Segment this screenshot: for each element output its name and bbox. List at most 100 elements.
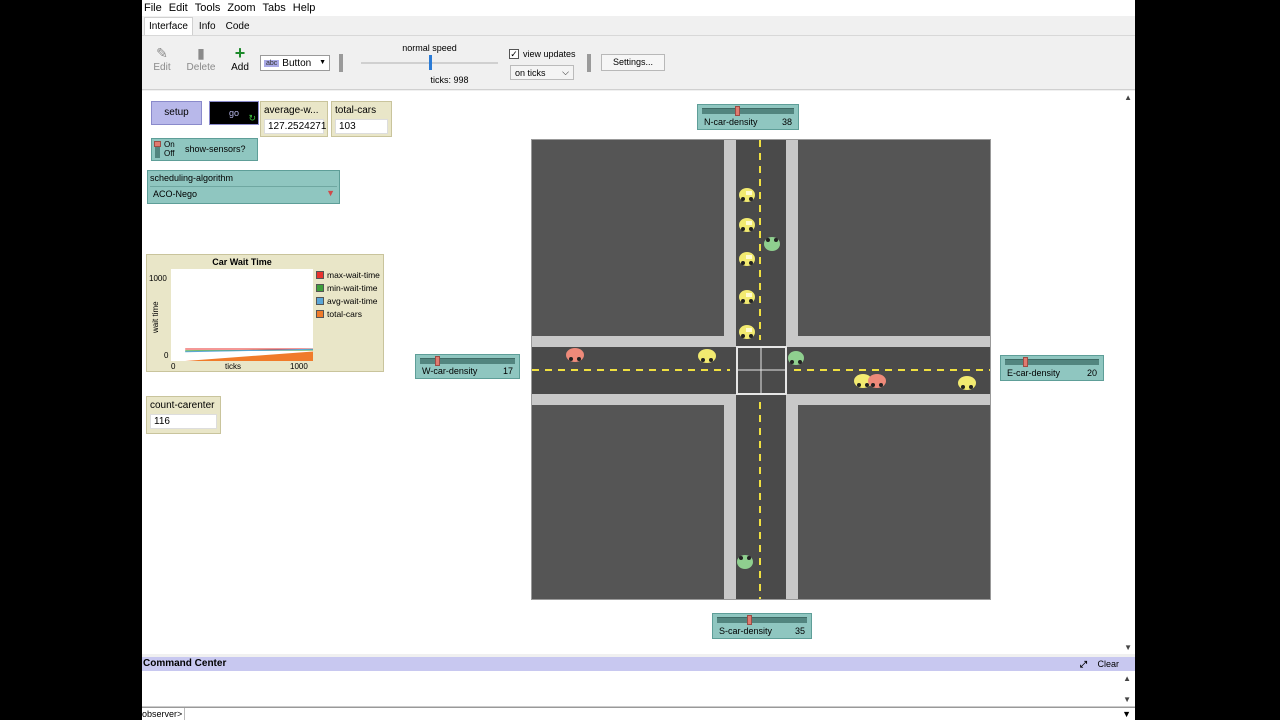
y-axis-label: wait time [151, 301, 160, 333]
car [739, 218, 755, 232]
switch-off-label: Off [164, 149, 175, 158]
car [739, 290, 755, 304]
ticks-counter: ticks: 998 [430, 75, 469, 85]
pencil-icon: ✎ [156, 45, 168, 61]
command-center-header: Command Center ⤢ Clear [142, 657, 1135, 671]
update-mode-select[interactable]: on ticks ⌵ [510, 65, 574, 80]
command-output: ▲ ▼ [142, 671, 1135, 707]
toolbar: ✎ Edit ▮ Delete + Add abc Button ▼ norma… [142, 36, 1135, 90]
view-updates-label: view updates [523, 49, 576, 59]
plot-title: Car Wait Time [212, 257, 272, 267]
monitor-label: count-carenter [150, 400, 215, 411]
switch-on-label: On [164, 140, 175, 149]
clear-button[interactable]: Clear [1097, 657, 1119, 671]
chevron-down-icon[interactable]: ▼ [1122, 708, 1131, 720]
car-wait-time-plot: Car Wait Time 1000 0 wait time 0 ticks 1… [146, 254, 384, 372]
legend-swatch [316, 297, 324, 305]
button-widget-icon: abc [264, 59, 280, 67]
menu-tabs[interactable]: Tabs [263, 2, 286, 14]
edit-label: Edit [153, 62, 171, 73]
monitor-value: 103 [335, 119, 388, 134]
total-cars-monitor: total-cars 103 [331, 101, 392, 137]
menu-edit[interactable]: Edit [169, 2, 188, 14]
car [739, 252, 755, 266]
slider-knob[interactable] [435, 356, 441, 366]
n-car-density-slider[interactable]: N-car-density 38 [697, 104, 799, 130]
interface-panel: setup go ↻ average-w... 127.2524271 tota… [142, 91, 1135, 654]
menu-help[interactable]: Help [293, 2, 316, 14]
switch-knob [154, 141, 161, 147]
menu-tools[interactable]: Tools [195, 2, 221, 14]
monitor-label: average-w... [264, 105, 319, 116]
legend-swatch [316, 284, 324, 292]
y-min-label: 0 [164, 351, 169, 360]
setup-button[interactable]: setup [151, 101, 202, 125]
edit-button[interactable]: ✎ Edit [142, 44, 182, 73]
car [566, 348, 584, 362]
slider-label: W-car-density [422, 366, 478, 376]
settings-button[interactable]: Settings... [601, 54, 665, 71]
car [739, 325, 755, 339]
go-label: go [228, 108, 239, 118]
x-axis-label: ticks [225, 362, 241, 371]
legend-avg-wait: avg-wait-time [316, 296, 378, 306]
view-updates-checkbox[interactable]: ✓ view updates [509, 49, 576, 59]
widget-type-select[interactable]: abc Button ▼ [260, 55, 330, 71]
slider-track [717, 617, 807, 623]
legend-label: total-cars [327, 309, 362, 319]
slider-value: 17 [502, 366, 513, 376]
expand-icon[interactable]: ⤢ [1080, 657, 1087, 671]
car [868, 374, 886, 388]
slider-track [420, 358, 515, 364]
legend-min-wait: min-wait-time [316, 283, 378, 293]
speed-label: normal speed [402, 43, 457, 53]
forever-icon: ↻ [248, 113, 256, 123]
slider-knob[interactable] [735, 106, 741, 116]
speed-slider-thumb[interactable] [428, 55, 432, 70]
add-label: Add [231, 62, 249, 73]
legend-swatch [316, 271, 324, 279]
slider-value: 35 [794, 626, 805, 636]
chooser-value: ACO-Nego [150, 186, 337, 201]
menu-file[interactable]: File [144, 2, 162, 14]
scroll-up-icon[interactable]: ▲ [1124, 93, 1132, 102]
scroll-up-icon[interactable]: ▲ [1123, 674, 1131, 683]
s-car-density-slider[interactable]: S-car-density 35 [712, 613, 812, 639]
slider-value: 20 [1086, 368, 1097, 378]
widget-type-value: Button [282, 57, 312, 69]
car [698, 349, 716, 363]
count-carenter-monitor: count-carenter 116 [146, 396, 221, 434]
world-view[interactable] [531, 139, 991, 600]
add-button[interactable]: + Add [220, 44, 260, 73]
scheduling-algorithm-chooser[interactable]: scheduling-algorithm ACO-Nego ▼ [147, 170, 340, 204]
checkbox-checked-icon: ✓ [509, 49, 519, 59]
w-car-density-slider[interactable]: W-car-density 17 [415, 354, 520, 379]
observer-prompt[interactable]: observer> [142, 708, 186, 720]
scroll-down-icon[interactable]: ▼ [1124, 643, 1132, 652]
tab-bar: Interface Info Code [142, 17, 1135, 36]
x-max-label: 1000 [290, 362, 308, 371]
e-car-density-slider[interactable]: E-car-density 20 [1000, 355, 1104, 381]
tab-code[interactable]: Code [222, 18, 254, 35]
switch-label: show-sensors? [185, 144, 246, 154]
legend-label: max-wait-time [327, 270, 380, 280]
menu-zoom[interactable]: Zoom [227, 2, 255, 14]
toolbar-separator [339, 54, 343, 72]
tab-interface[interactable]: Interface [144, 17, 193, 35]
plot-area [171, 269, 314, 361]
show-sensors-switch[interactable]: On Off show-sensors? [151, 138, 258, 161]
car [788, 351, 804, 365]
car [958, 376, 976, 390]
slider-knob[interactable] [746, 615, 752, 625]
chevron-down-icon: ▼ [319, 59, 326, 66]
go-button[interactable]: go ↻ [209, 101, 259, 125]
command-input-row[interactable]: observer> ▼ [142, 707, 1135, 720]
delete-button[interactable]: ▮ Delete [181, 44, 221, 73]
tab-info[interactable]: Info [195, 18, 220, 35]
trash-icon: ▮ [197, 45, 205, 61]
legend-label: avg-wait-time [327, 296, 378, 306]
plus-icon: + [234, 43, 246, 63]
menu-bar: File Edit Tools Zoom Tabs Help [142, 0, 1135, 16]
slider-knob[interactable] [1022, 357, 1028, 367]
scroll-down-icon[interactable]: ▼ [1123, 695, 1131, 704]
